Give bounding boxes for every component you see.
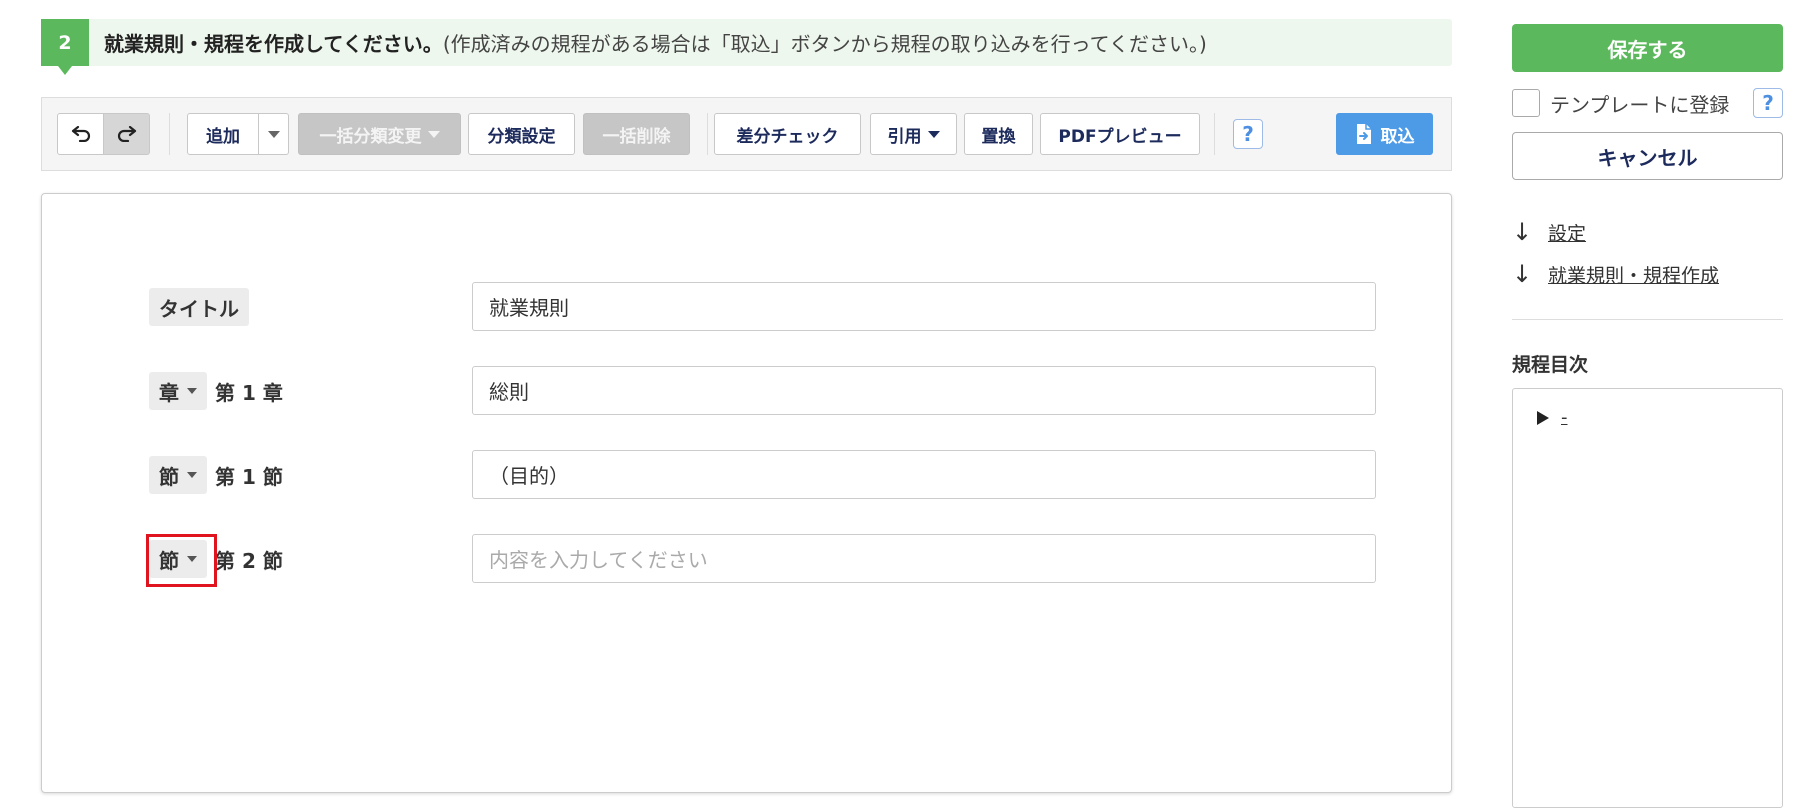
bulk-delete-button[interactable]: 一括削除 bbox=[583, 113, 690, 155]
chapter-number: 第 1 章 bbox=[215, 380, 283, 405]
category-settings-button[interactable]: 分類設定 bbox=[468, 113, 575, 155]
chapter-type-dropdown[interactable]: 章 bbox=[149, 372, 207, 410]
add-dropdown-toggle[interactable] bbox=[258, 113, 289, 155]
chevron-down-icon bbox=[427, 130, 440, 138]
chapter-input[interactable]: 総則 bbox=[472, 366, 1376, 415]
arrow-down-icon: ↓ bbox=[1512, 218, 1533, 246]
row-type-label: タイトル bbox=[149, 288, 249, 326]
toolbar-help-button[interactable]: ? bbox=[1233, 119, 1263, 149]
arrow-down-icon: ↓ bbox=[1512, 260, 1533, 288]
toolbar-divider bbox=[169, 113, 170, 155]
undo-icon bbox=[71, 126, 90, 142]
section-number: 第 2 節 bbox=[215, 548, 283, 573]
step-instruction: 就業規則・規程を作成してください。(作成済みの規程がある場合は「取込」ボタンから… bbox=[104, 28, 1207, 57]
chevron-down-icon bbox=[187, 388, 197, 394]
pdf-preview-button[interactable]: PDFプレビュー bbox=[1040, 113, 1200, 155]
toolbar-divider bbox=[707, 113, 708, 155]
quote-button[interactable]: 引用 bbox=[870, 113, 957, 155]
bulk-category-change-button[interactable]: 一括分類変更 bbox=[298, 113, 461, 155]
settings-link-label: 設定 bbox=[1548, 222, 1587, 245]
save-button[interactable]: 保存する bbox=[1512, 24, 1783, 72]
template-register-label: テンプレートに登録 bbox=[1550, 92, 1730, 117]
template-help-button[interactable]: ? bbox=[1753, 88, 1783, 118]
import-label: 取込 bbox=[1380, 126, 1415, 147]
section-type-label: 節 bbox=[159, 464, 179, 489]
section-input[interactable]: （目的） bbox=[472, 450, 1376, 499]
toc-panel: - bbox=[1512, 388, 1783, 808]
section-number: 第 1 節 bbox=[215, 464, 283, 489]
chevron-down-icon bbox=[267, 130, 280, 138]
row-type-label: 章 第 1 章 bbox=[149, 372, 283, 410]
editor-toolbar: 追加 一括分類変更 分類設定 一括削除 差分チェック 引用 置換 PDFプレビュ… bbox=[41, 97, 1452, 171]
replace-button[interactable]: 置換 bbox=[964, 113, 1033, 155]
section-type-dropdown[interactable]: 節 bbox=[149, 456, 207, 494]
row-type-label: 節 第 1 節 bbox=[149, 456, 283, 494]
toc-item-label[interactable]: - bbox=[1561, 407, 1568, 428]
sidebar-divider bbox=[1512, 319, 1783, 320]
step-number-badge: 2 bbox=[41, 19, 89, 75]
expand-triangle-icon[interactable] bbox=[1537, 410, 1549, 425]
toc-item[interactable]: - bbox=[1537, 407, 1568, 428]
chevron-down-icon bbox=[187, 472, 197, 478]
diff-check-button[interactable]: 差分チェック bbox=[714, 113, 861, 155]
toolbar-divider bbox=[1214, 113, 1215, 155]
toc-title: 規程目次 bbox=[1512, 354, 1589, 376]
title-input[interactable]: 就業規則 bbox=[472, 282, 1376, 331]
chevron-down-icon bbox=[927, 130, 940, 138]
title-tag: タイトル bbox=[149, 288, 249, 326]
regulation-create-link-label: 就業規則・規程作成 bbox=[1548, 264, 1720, 287]
redo-button[interactable] bbox=[103, 113, 150, 155]
regulation-editor: タイトル 就業規則 章 第 1 章 総則 節 第 1 節 （目的） 節 第 2 … bbox=[41, 193, 1452, 793]
step-note: (作成済みの規程がある場合は「取込」ボタンから規程の取り込みを行ってください。) bbox=[442, 32, 1207, 56]
step-title: 就業規則・規程を作成してください。 bbox=[104, 32, 443, 56]
file-import-icon bbox=[1356, 124, 1371, 144]
bulk-category-change-label: 一括分類変更 bbox=[319, 126, 422, 147]
template-register-row: テンプレートに登録 ? bbox=[1512, 88, 1783, 118]
template-register-checkbox[interactable] bbox=[1512, 89, 1540, 117]
add-button[interactable]: 追加 bbox=[187, 113, 259, 155]
section-input[interactable]: 内容を入力してください bbox=[472, 534, 1376, 583]
import-button[interactable]: 取込 bbox=[1336, 113, 1433, 155]
regulation-create-anchor-link[interactable]: ↓ 就業規則・規程作成 bbox=[1512, 260, 1719, 288]
cancel-button[interactable]: キャンセル bbox=[1512, 132, 1783, 180]
quote-label: 引用 bbox=[887, 126, 922, 147]
chapter-type-label: 章 bbox=[159, 380, 179, 405]
highlight-box bbox=[146, 534, 217, 587]
undo-button[interactable] bbox=[57, 113, 104, 155]
redo-icon bbox=[117, 126, 136, 142]
settings-anchor-link[interactable]: ↓ 設定 bbox=[1512, 218, 1586, 246]
step-header: 2 就業規則・規程を作成してください。(作成済みの規程がある場合は「取込」ボタン… bbox=[41, 19, 1452, 75]
